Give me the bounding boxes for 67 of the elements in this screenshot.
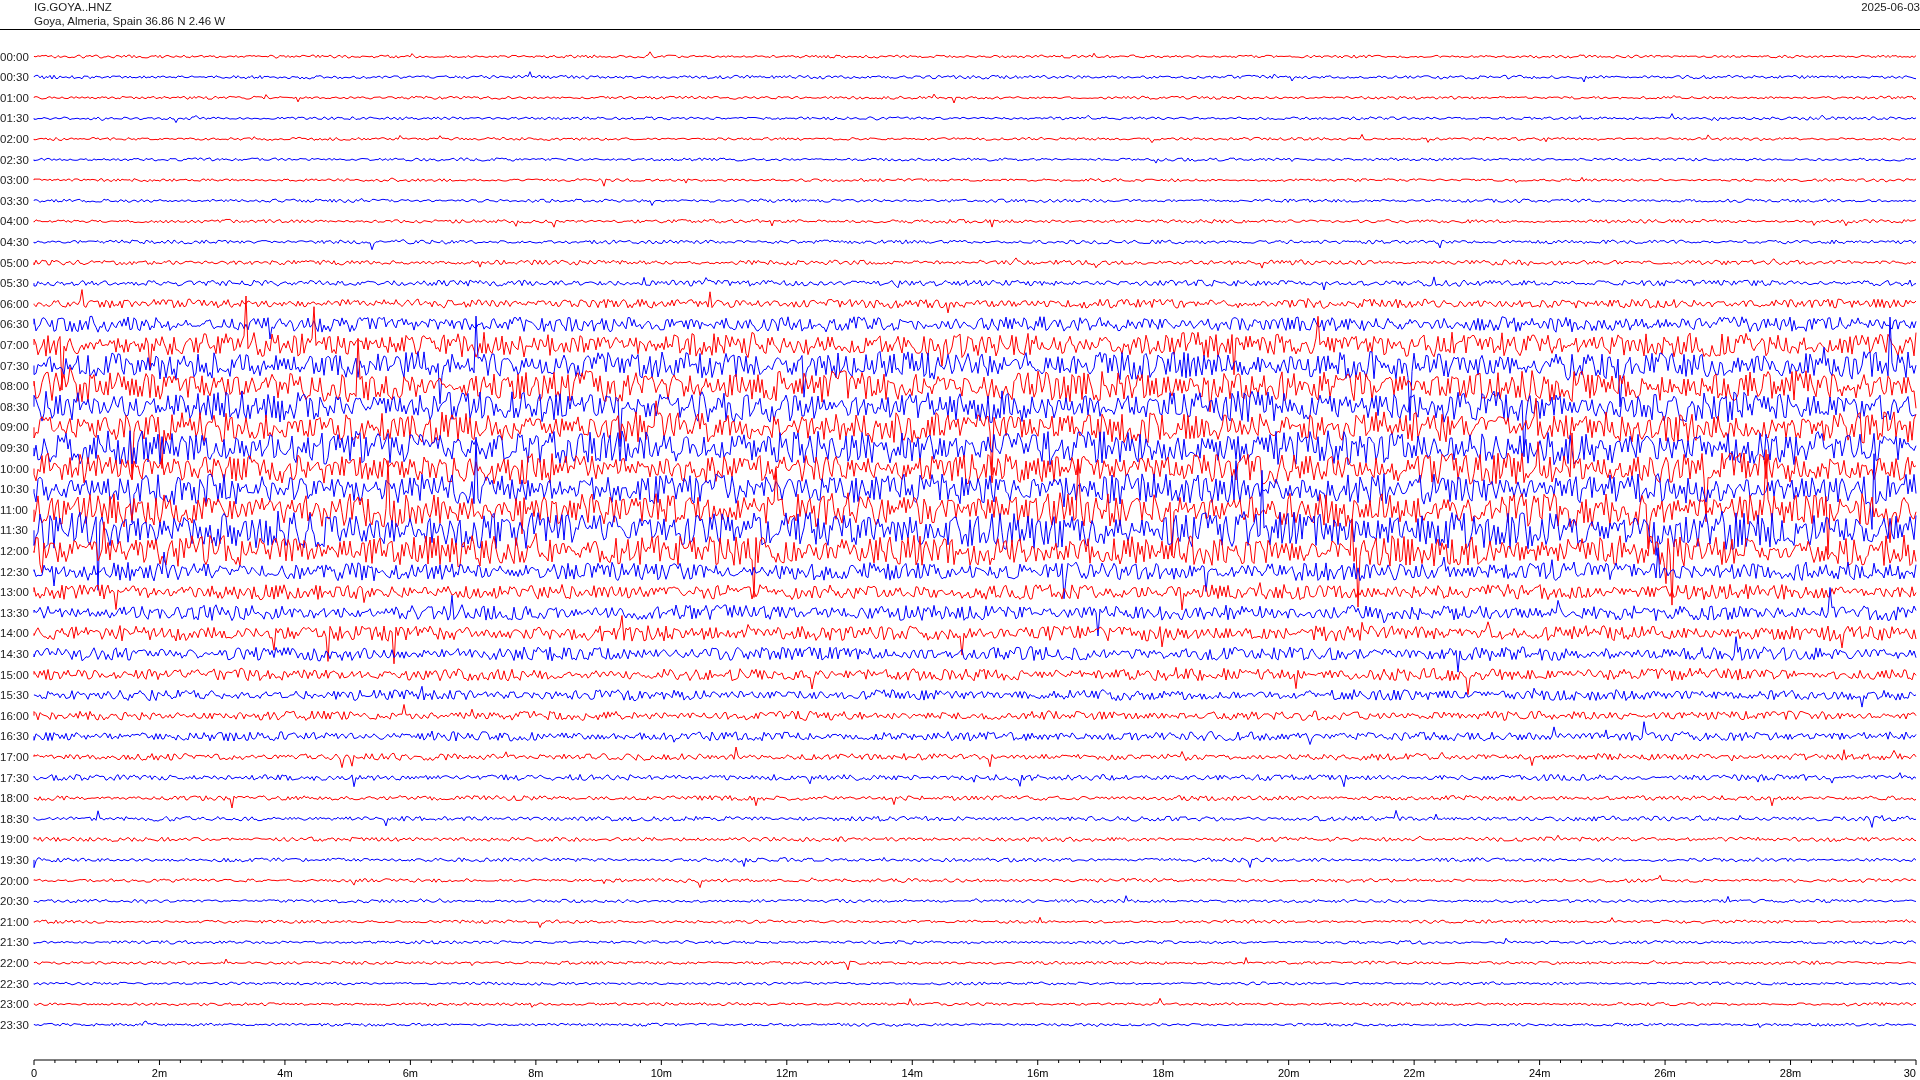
time-label: 19:30: [0, 853, 29, 866]
time-label: 23:30: [0, 1018, 29, 1031]
time-label: 17:30: [0, 771, 29, 784]
axis-tick-label: 0: [30, 1067, 38, 1079]
axis-tick-label: 14m: [901, 1067, 923, 1079]
station-code: IG.GOYA..HNZ: [34, 0, 113, 14]
time-label: 07:30: [0, 359, 29, 372]
axis-tick-label: 2m: [151, 1067, 168, 1079]
time-label: 18:00: [0, 792, 29, 805]
axis-tick-label: 28m: [1779, 1067, 1802, 1079]
axis-tick-label: 4m: [277, 1067, 293, 1079]
axis-tick-label: 10m: [650, 1067, 673, 1079]
time-label: 03:00: [0, 174, 29, 187]
time-label: 06:30: [0, 318, 29, 331]
time-label: 08:30: [0, 400, 29, 413]
time-label: 13:00: [0, 586, 29, 599]
time-label: 11:00: [0, 503, 28, 516]
time-label: 01:00: [0, 91, 29, 104]
record-date: 2025-06-03: [1861, 0, 1920, 14]
time-label: 04:00: [0, 215, 29, 228]
time-label: 10:30: [0, 483, 29, 496]
axis-tick-label: 24m: [1528, 1067, 1551, 1079]
time-label: 04:30: [0, 235, 29, 248]
axis-tick-label: 20m: [1277, 1067, 1300, 1079]
axis-tick-label: 22m: [1403, 1067, 1425, 1079]
time-label: 07:00: [0, 338, 29, 351]
time-label: 14:30: [0, 647, 29, 660]
time-label: 12:00: [0, 544, 29, 557]
time-label: 18:30: [0, 812, 29, 825]
time-label: 11:30: [0, 524, 28, 537]
time-label: 05:30: [0, 277, 29, 290]
time-label: 23:00: [0, 998, 29, 1011]
time-label: 19:00: [0, 833, 29, 846]
axis-tick-label: 12m: [776, 1067, 798, 1079]
time-label: 00:00: [0, 50, 29, 63]
time-label: 02:00: [0, 132, 29, 145]
time-label: 09:00: [0, 421, 29, 434]
time-label: 16:00: [0, 709, 29, 722]
axis-tick-label: 8m: [528, 1067, 544, 1079]
time-label: 21:30: [0, 936, 29, 949]
time-label: 22:00: [0, 956, 29, 969]
time-label: 01:30: [0, 112, 29, 125]
time-label: 03:30: [0, 194, 29, 207]
time-label: 22:30: [0, 977, 29, 990]
axis-tick-label: 16m: [1027, 1067, 1049, 1079]
time-label: 16:30: [0, 730, 29, 743]
time-label: 21:00: [0, 915, 29, 928]
time-label: 00:30: [0, 71, 29, 84]
station-location: Goya, Almeria, Spain 36.86 N 2.46 W: [34, 14, 226, 28]
time-label: 13:30: [0, 606, 29, 619]
time-label: 12:30: [0, 565, 29, 578]
time-label: 10:00: [0, 462, 29, 475]
time-label: 05:00: [0, 256, 29, 269]
time-label: 15:00: [0, 668, 29, 681]
axis-tick-label: 26m: [1654, 1067, 1676, 1079]
time-label: 20:30: [0, 895, 29, 908]
axis-tick-label: 18m: [1152, 1067, 1174, 1079]
axis-tick-label: 30: [1903, 1067, 1916, 1079]
time-label: 15:30: [0, 689, 29, 702]
time-label: 08:00: [0, 380, 29, 393]
time-label: 20:00: [0, 874, 29, 887]
axis-tick-label: 6m: [402, 1067, 419, 1079]
time-label: 09:30: [0, 441, 29, 454]
time-label: 17:00: [0, 750, 29, 763]
time-label: 06:00: [0, 297, 29, 310]
time-label: 14:00: [0, 627, 29, 640]
time-label: 02:30: [0, 153, 29, 166]
